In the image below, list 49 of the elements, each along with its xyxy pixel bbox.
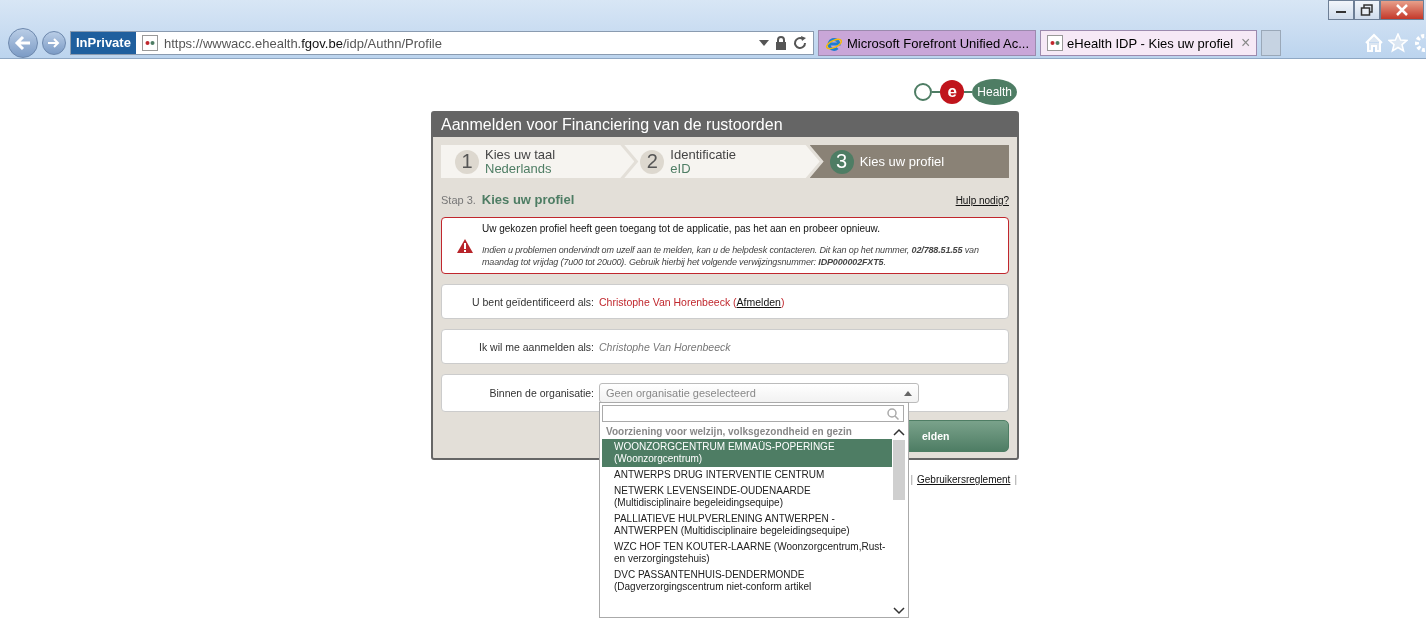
- lock-icon[interactable]: [775, 36, 787, 50]
- organisation-option[interactable]: DVC PASSANTENHUIS-DENDERMONDE (Dagverzorgingscentrum niet-conform artikel: [602, 567, 892, 595]
- scroll-up-icon[interactable]: [893, 428, 905, 436]
- organisation-option[interactable]: WZC HOF TEN KOUTER-LAARNE (Woonzorgcentrum,Rust- en verzorgingstehuis): [602, 539, 892, 567]
- close-icon: [1395, 4, 1409, 16]
- helpdesk-text: Indien u problemen ondervindt om uzelf aan te melden, kan u de helpdesk contacteren. Dit kan op het nummer, 02/788.51.55 van maandag tot vrijdag (7u00 tot 20u00). Gebruik hierbij het volgende verwijzingsnummer: IDP000002FXT5.: [482, 244, 980, 268]
- back-button[interactable]: [8, 28, 38, 58]
- wizard-step: 3 Kies uw profiel: [809, 145, 1009, 178]
- terms-link[interactable]: Gebruikersreglement: [917, 474, 1011, 485]
- step-title: Kies uw profiel: [481, 192, 575, 207]
- back-arrow-icon: [14, 35, 32, 51]
- sign-out-link[interactable]: Afmelden: [736, 295, 781, 308]
- search-field[interactable]: [602, 405, 904, 422]
- restore-icon: [1360, 4, 1374, 16]
- error-message: Uw gekozen profiel heeft geen toegang tot de applicatie, pas het aan en probeer opnieuw.: [482, 223, 882, 234]
- refresh-icon[interactable]: [793, 36, 807, 50]
- minimize-button[interactable]: [1328, 0, 1354, 20]
- panel-title: Aanmelden voor Financiering van de rustoorden: [433, 113, 1017, 137]
- organisation-option[interactable]: NETWERK LEVENSEINDE-OUDENAARDE (Multidisciplinaire begeleidingsequipe): [602, 483, 892, 511]
- separator-text: |: [1014, 474, 1017, 485]
- address-bar[interactable]: InPrivate https://wwwacc.ehealth.fgov.be/idp/Authn/Profile: [70, 31, 814, 55]
- restore-button[interactable]: [1354, 0, 1380, 20]
- scroll-down-icon[interactable]: [893, 607, 905, 615]
- help-link[interactable]: Hulp nodig?: [955, 195, 1009, 206]
- forward-button[interactable]: [42, 31, 66, 55]
- field-label: Binnen de organisatie:: [488, 387, 594, 399]
- page-icon: [141, 35, 158, 51]
- warning-icon: [456, 237, 474, 254]
- search-icon: [887, 407, 899, 420]
- browser-tab[interactable]: Microsoft Forefront Unified Ac...: [818, 30, 1037, 56]
- close-button[interactable]: [1380, 0, 1424, 20]
- separator-text: |: [910, 474, 913, 485]
- field-label: Ik wil me aanmelden als:: [478, 340, 594, 353]
- inprivate-badge: InPrivate: [71, 32, 136, 54]
- organisation-option[interactable]: WOONZORGCENTRUM EMMAÜS-POPERINGE (Woonzorgcentrum): [602, 439, 892, 467]
- organisation-option[interactable]: PALLIATIEVE HULPVERLENING ANTWERPEN - ANTWERPEN (Multidisciplinaire begeleidingsequipe): [602, 511, 892, 539]
- step-label: Stap 3.: [441, 194, 476, 206]
- ehealth-logo: e Health: [431, 79, 1017, 105]
- forward-arrow-icon: [47, 37, 61, 49]
- star-icon[interactable]: [1388, 33, 1408, 53]
- login-as-value: Christophe Van Horenbeeck: [599, 340, 731, 353]
- organisation-option[interactable]: ANTWERPS DRUG INTERVENTIE CENTRUM: [602, 467, 892, 483]
- url-text: https://wwwacc.ehealth.fgov.be/idp/Authn/Profile: [163, 35, 442, 51]
- identified-user-text: Christophe Van Horenbeeck (Afmelden): [599, 295, 785, 308]
- group-heading: Voorziening voor welzijn, volksgezondheid en gezin: [605, 425, 853, 439]
- page-icon: [1047, 35, 1064, 51]
- dropdown-caret-icon[interactable]: [759, 40, 769, 46]
- field-label: U bent geïdentificeerd als:: [471, 295, 594, 308]
- browser-tab[interactable]: eHealth IDP - Kies uw profiel ×: [1040, 30, 1258, 56]
